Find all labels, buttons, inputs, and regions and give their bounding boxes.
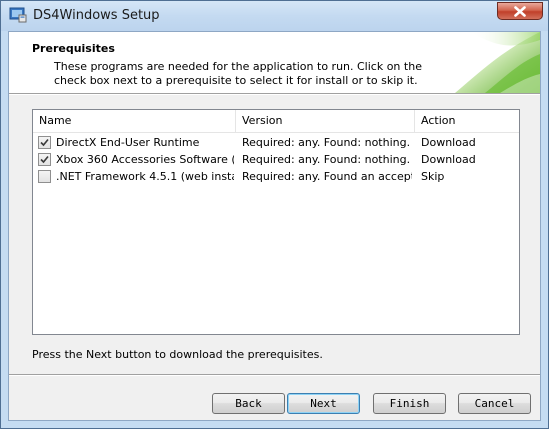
row-action: Skip	[421, 170, 445, 183]
list-row-dotnet[interactable]: .NET Framework 4.5.1 (web install… Requi…	[33, 168, 519, 185]
prerequisites-list[interactable]: Name Version Action DirectX End-User Run…	[32, 109, 520, 335]
window-title: DS4Windows Setup	[33, 8, 160, 23]
close-button[interactable]	[497, 2, 543, 20]
footer-divider	[9, 374, 540, 376]
column-header-name[interactable]: Name	[33, 110, 236, 132]
row-version: Required: any. Found: nothing.	[242, 136, 411, 149]
instruction-text: Press the Next button to download the pr…	[32, 348, 323, 361]
list-header: Name Version Action	[33, 110, 519, 133]
back-button[interactable]: Back	[212, 393, 285, 414]
list-row-directx[interactable]: DirectX End-User Runtime Required: any. …	[33, 134, 519, 151]
cancel-button[interactable]: Cancel	[458, 393, 531, 414]
installer-window-icon	[9, 7, 27, 23]
next-button[interactable]: Next	[287, 393, 360, 414]
row-version: Required: any. Found an accept…	[242, 170, 412, 183]
banner-graphic	[455, 32, 540, 93]
dialog-client-area: Prerequisites These programs are needed …	[8, 31, 541, 421]
setup-window: DS4Windows Setup Prerequisites These pro…	[0, 0, 549, 429]
column-header-version[interactable]: Version	[236, 110, 415, 132]
column-header-action[interactable]: Action	[415, 110, 519, 132]
checkmark-icon	[40, 155, 49, 164]
row-action: Download	[421, 153, 476, 166]
checkbox-directx[interactable]	[38, 136, 51, 149]
close-icon	[514, 5, 526, 17]
checkbox-xbox360[interactable]	[38, 153, 51, 166]
header-divider	[9, 93, 540, 95]
checkbox-dotnet[interactable]	[38, 170, 51, 183]
list-row-xbox360[interactable]: Xbox 360 Accessories Software (x… Requir…	[33, 151, 519, 168]
row-name: Xbox 360 Accessories Software (x…	[56, 153, 234, 166]
checkmark-icon	[40, 138, 49, 147]
row-name: .NET Framework 4.5.1 (web install…	[56, 170, 234, 183]
title-bar[interactable]: DS4Windows Setup	[1, 1, 548, 31]
page-description: These programs are needed for the applic…	[54, 60, 422, 87]
header-banner: Prerequisites These programs are needed …	[9, 32, 540, 93]
page-title: Prerequisites	[32, 42, 115, 55]
row-action: Download	[421, 136, 476, 149]
finish-button[interactable]: Finish	[373, 393, 446, 414]
row-version: Required: any. Found: nothing.	[242, 153, 411, 166]
row-name: DirectX End-User Runtime	[56, 136, 200, 149]
